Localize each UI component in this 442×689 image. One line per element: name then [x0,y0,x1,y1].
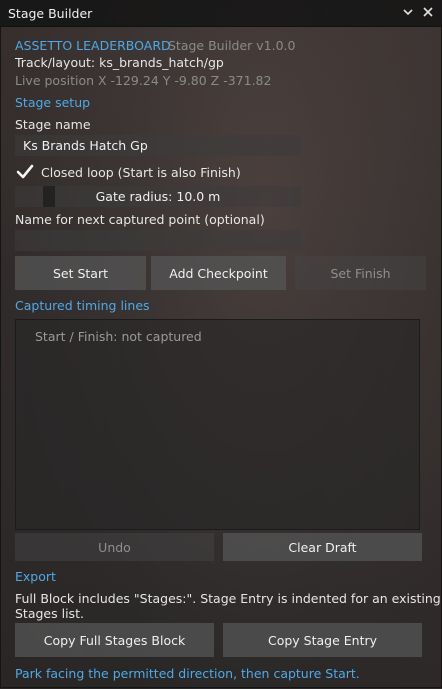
section-title-stage-setup: Stage setup [15,95,91,110]
checkmark-icon [16,164,34,179]
next-point-label: Name for next captured point (optional) [15,212,265,227]
gate-radius-label: Gate radius: 10.0 m [95,189,221,204]
window-title: Stage Builder [8,6,93,21]
gate-radius-slider[interactable]: Gate radius: 10.0 m [15,186,301,207]
app-name: ASSETTO LEADERBOARD [15,38,171,53]
set-start-button[interactable]: Set Start [15,256,146,290]
set-finish-button[interactable]: Set Finish [295,256,426,290]
chevron-down-icon[interactable] [402,4,414,24]
export-description-line2: Stages list. [15,606,84,621]
clear-draft-button[interactable]: Clear Draft [223,533,422,561]
timing-lines-list[interactable]: Start / Finish: not captured [15,319,420,530]
footer-hint: Park facing the permitted direction, the… [15,666,360,681]
section-title-export: Export [15,569,56,584]
app-version: Stage Builder v1.0.0 [168,38,296,53]
stage-name-value: Ks Brands Hatch Gp [23,138,148,153]
closed-loop-checkbox[interactable] [15,162,35,182]
stage-name-label: Stage name [15,117,91,132]
list-item: Start / Finish: not captured [35,329,202,344]
next-point-input[interactable] [15,230,301,251]
stage-name-input[interactable]: Ks Brands Hatch Gp [15,135,301,156]
copy-stage-entry-button[interactable]: Copy Stage Entry [223,623,422,657]
export-description-line1: Full Block includes "Stages:". Stage Ent… [15,591,441,606]
track-layout: Track/layout: ks_brands_hatch/gp [15,55,224,70]
title-bar: Stage Builder [0,0,442,27]
closed-loop-label: Closed loop (Start is also Finish) [41,165,241,180]
close-icon[interactable] [422,4,434,24]
copy-full-stages-block-button[interactable]: Copy Full Stages Block [15,623,214,657]
undo-button[interactable]: Undo [15,533,214,561]
add-checkpoint-button[interactable]: Add Checkpoint [151,256,286,290]
section-title-timing: Captured timing lines [15,298,150,313]
live-position: Live position X -129.24 Y -9.80 Z -371.8… [15,73,272,88]
